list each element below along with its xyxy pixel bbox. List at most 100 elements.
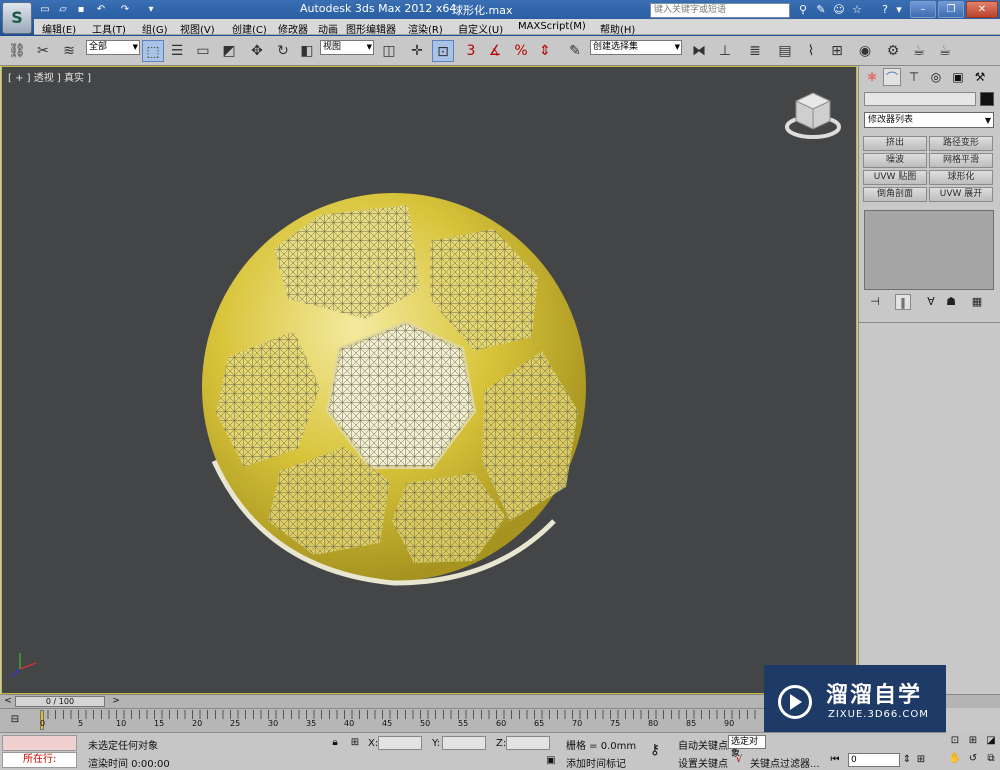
menu-tools[interactable]: 工具(T) (92, 21, 126, 36)
align-icon[interactable]: ⊥ (714, 40, 736, 62)
menu-modifiers[interactable]: 修改器 (278, 21, 308, 36)
lock-selection-icon[interactable]: 🔒︎ (328, 736, 342, 750)
zoom-extents-icon[interactable]: ⊡ (948, 734, 962, 748)
menu-view[interactable]: 视图(V) (180, 21, 215, 36)
restore-button[interactable]: ❐ (938, 1, 964, 18)
modifier-button-path-deform[interactable]: 路径变形 (929, 136, 993, 151)
utilities-tab-icon[interactable]: ⚒ (971, 68, 989, 86)
reference-coordinate-dropdown[interactable]: 视图 (320, 40, 374, 55)
close-button[interactable]: ✕ (966, 1, 998, 18)
save-file-icon[interactable]: ▪ (74, 2, 88, 17)
unlink-icon[interactable]: ✂ (32, 40, 54, 62)
key-mode-icon[interactable]: √ (732, 753, 746, 767)
modifier-button-noise[interactable]: 噪波 (863, 153, 927, 168)
menu-edit[interactable]: 编辑(E) (42, 21, 76, 36)
hierarchy-tab-icon[interactable]: ⊤ (905, 68, 923, 86)
remove-modifier-icon[interactable]: ☗ (943, 294, 959, 310)
minimize-button[interactable]: – (910, 1, 936, 18)
modifier-button-bevel-profile[interactable]: 倒角剖面 (863, 187, 927, 202)
render-setup-icon[interactable]: ⚙ (882, 40, 904, 62)
perspective-viewport[interactable]: [ + ] 透视 ] 真实 ] (1, 66, 857, 694)
modifier-button-uvw-map[interactable]: UVW 贴图 (863, 170, 927, 185)
window-crossing-icon[interactable]: ◩ (218, 40, 240, 62)
modifier-stack-list[interactable] (864, 210, 994, 290)
bind-space-warp-icon[interactable]: ≋ (58, 40, 80, 62)
z-coordinate-field[interactable] (506, 736, 550, 750)
schematic-view-icon[interactable]: ⊞ (826, 40, 848, 62)
time-next-icon[interactable]: > (110, 695, 122, 707)
show-end-result-icon[interactable]: ‖ (895, 294, 911, 310)
redo-icon[interactable]: ↷ (118, 2, 132, 17)
graphite-ribbon-icon[interactable]: ▤ (774, 40, 796, 62)
help-icon[interactable]: ? (878, 3, 892, 17)
frame-spinner-icon[interactable]: ⇕ (900, 753, 914, 767)
modifier-button-unwrap-uvw[interactable]: UVW 展开 (929, 187, 993, 202)
current-frame-field[interactable]: 0 (848, 753, 900, 767)
track-bar[interactable]: ⊟ 0 5 10 15 20 25 30 35 40 45 50 55 60 6… (0, 708, 770, 732)
object-color-swatch[interactable] (980, 92, 994, 106)
menu-group[interactable]: 组(G) (142, 21, 168, 36)
open-file-icon[interactable]: ▱ (56, 2, 70, 17)
help-dropdown-icon[interactable]: ▾ (892, 3, 906, 17)
menu-animation[interactable]: 动画 (318, 21, 338, 36)
menu-maxscript[interactable]: MAXScript(M) (518, 21, 586, 32)
viewport-label[interactable]: [ + ] 透视 ] 真实 ] (8, 69, 91, 84)
binoculars-icon[interactable]: ⚲ (796, 3, 810, 17)
tools-icon[interactable]: ✎ (814, 3, 828, 17)
quick-access-dropdown-icon[interactable]: ▾ (144, 2, 158, 17)
viewcube-icon[interactable] (784, 89, 842, 141)
display-tab-icon[interactable]: ▣ (949, 68, 967, 86)
go-to-start-icon[interactable]: ⏮ (828, 753, 842, 767)
pivot-center-icon[interactable]: ◫ (378, 40, 400, 62)
add-time-tag-button[interactable]: 添加时间标记 (566, 755, 626, 770)
maximize-viewport-icon[interactable]: ⧉ (984, 752, 998, 766)
modifier-button-spherify[interactable]: 球形化 (929, 170, 993, 185)
create-tab-icon[interactable]: ✱ (863, 68, 881, 86)
menu-customize[interactable]: 自定义(U) (458, 21, 503, 36)
mini-curve-editor-icon[interactable]: ⊟ (8, 713, 22, 727)
select-manipulate-icon[interactable]: ✛ (406, 40, 428, 62)
key-filters-button[interactable]: 关键点过滤器... (750, 755, 820, 770)
material-editor-icon[interactable]: ◉ (854, 40, 876, 62)
spinner-snap-icon[interactable]: ⇕ (534, 40, 556, 62)
modify-tab-icon[interactable]: ⌒ (883, 68, 901, 86)
menu-help[interactable]: 帮助(H) (600, 21, 635, 36)
maxscript-listener-box[interactable] (2, 735, 77, 751)
pan-icon[interactable]: ✋ (948, 752, 962, 766)
link-icon[interactable]: ⛓ (6, 40, 28, 62)
configure-modifier-sets-icon[interactable]: ▦ (969, 294, 985, 310)
edit-named-selection-icon[interactable]: ✎ (564, 40, 586, 62)
menu-rendering[interactable]: 渲染(R) (408, 21, 443, 36)
absolute-mode-icon[interactable]: ⊞ (348, 736, 362, 750)
modifier-button-meshsmooth[interactable]: 网格平滑 (929, 153, 993, 168)
make-unique-icon[interactable]: ∀ (923, 294, 939, 310)
angle-snap-icon[interactable]: ∡ (484, 40, 506, 62)
new-file-icon[interactable]: ▭ (38, 2, 52, 17)
people-icon[interactable]: ☺ (832, 3, 846, 17)
star-icon[interactable]: ☆ (850, 3, 864, 17)
rendered-frame-window-icon[interactable]: ☕ (908, 40, 930, 62)
render-production-icon[interactable]: ☕ (934, 40, 956, 62)
orbit-icon[interactable]: ↺ (966, 752, 980, 766)
pin-stack-icon[interactable]: ⊣ (867, 294, 883, 310)
menu-graph-editors[interactable]: 图形编辑器 (346, 21, 396, 36)
layer-manager-icon[interactable]: ≣ (744, 40, 766, 62)
select-by-name-icon[interactable]: ☰ (166, 40, 188, 62)
menu-create[interactable]: 创建(C) (232, 21, 267, 36)
field-of-view-icon[interactable]: ◪ (984, 734, 998, 748)
move-icon[interactable]: ✥ (246, 40, 268, 62)
rotate-icon[interactable]: ↻ (272, 40, 294, 62)
time-prev-icon[interactable]: < (2, 695, 14, 707)
keyboard-shortcut-override-icon[interactable]: ⊡ (432, 40, 454, 62)
mirror-icon[interactable]: ⧓ (688, 40, 710, 62)
soccer-ball-model[interactable] (194, 191, 594, 591)
set-key-button[interactable]: 设置关键点 (678, 755, 728, 770)
zoom-extents-all-icon[interactable]: ⊞ (966, 734, 980, 748)
app-logo-button[interactable]: S (2, 2, 32, 34)
scale-icon[interactable]: ◧ (296, 40, 318, 62)
select-object-icon[interactable]: ⬚ (142, 40, 164, 62)
time-config-icon[interactable]: ⊞ (914, 753, 928, 767)
selection-filter-dropdown[interactable]: 全部 (86, 40, 140, 55)
auto-key-button[interactable]: 自动关键点 (678, 737, 728, 752)
search-input[interactable]: 键入关键字或短语 (650, 3, 790, 18)
